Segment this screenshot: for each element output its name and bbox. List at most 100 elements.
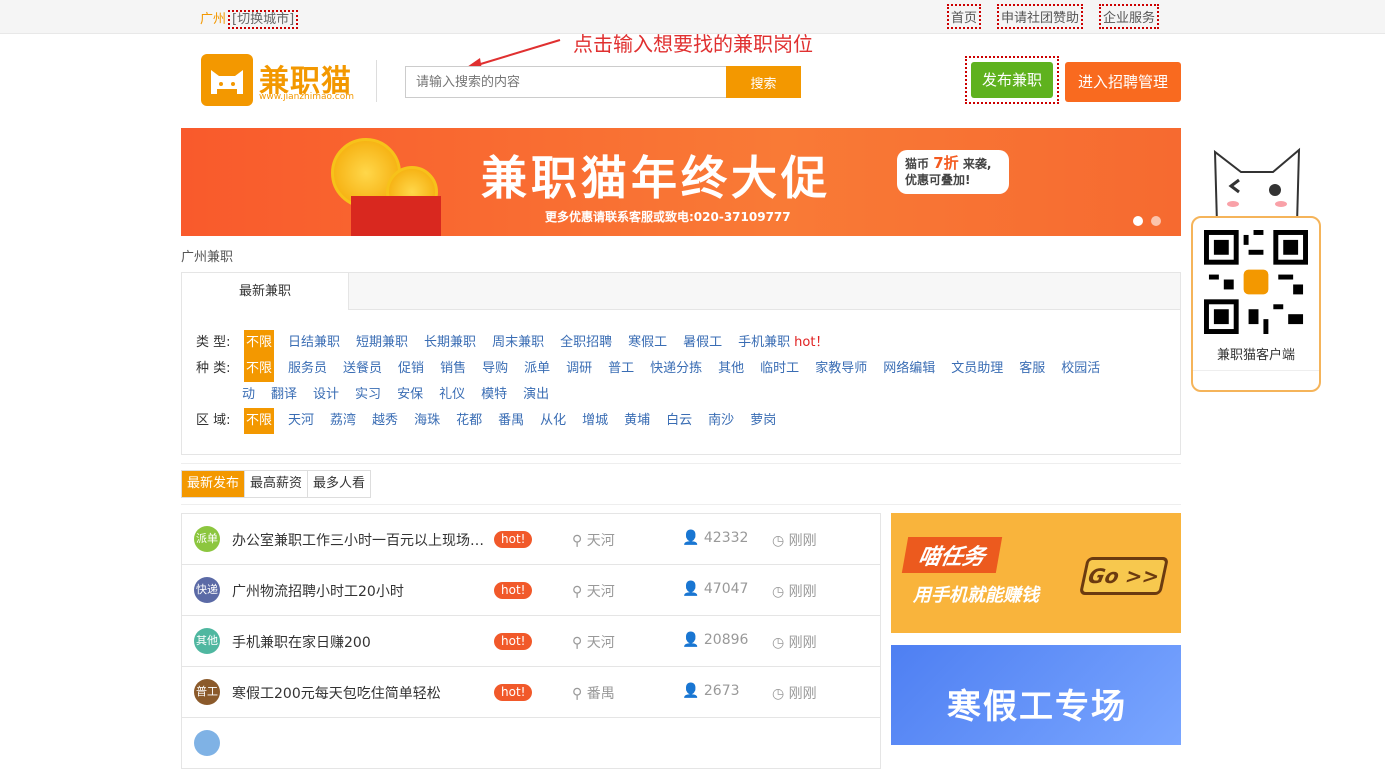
filter-option[interactable]: 花都 <box>454 408 484 434</box>
filter-option[interactable]: 白云 <box>664 408 694 434</box>
qr-code-icon[interactable] <box>1204 230 1308 334</box>
filter-option[interactable]: 家教导师 <box>813 356 869 382</box>
tab-latest[interactable]: 最新发布 <box>182 471 246 497</box>
filter-option[interactable]: 短期兼职 <box>354 330 410 356</box>
time-text: 刚刚 <box>788 584 817 600</box>
filter-option[interactable]: 寒假工 <box>626 330 669 356</box>
filter-option[interactable]: 天河 <box>286 408 316 434</box>
banner-dot[interactable] <box>1151 216 1161 226</box>
qr-label: 兼职猫客户端 <box>1216 348 1295 363</box>
job-title[interactable]: 寒假工200元每天包吃住简单轻松 <box>232 683 487 703</box>
filter-option[interactable]: 派单 <box>522 356 552 382</box>
club-sponsor-link[interactable]: 申请社团赞助 <box>996 4 1083 29</box>
filter-option[interactable]: 礼仪 <box>437 382 467 408</box>
filter-option[interactable]: 海珠 <box>412 408 442 434</box>
job-title[interactable]: 广州物流招聘小时工20小时 <box>232 581 487 601</box>
filter-option[interactable]: 荔湾 <box>328 408 358 434</box>
job-row[interactable]: 普工 寒假工200元每天包吃住简单轻松 hot! ⚲ 番禺 👤 2673 ◷ 刚… <box>182 667 880 718</box>
tab-most-viewed[interactable]: 最多人看 <box>308 471 370 497</box>
ad1-title: 喵任务 <box>901 537 1003 573</box>
filter-option[interactable]: 动 <box>240 382 257 408</box>
location-text: 天河 <box>586 533 615 549</box>
filter-option[interactable]: 翻译 <box>269 382 299 408</box>
filter-option[interactable]: 不限 <box>244 408 275 434</box>
enterprise-service-link[interactable]: 企业服务 <box>1098 4 1159 29</box>
ad2-title: 寒假工专场 <box>947 687 1127 727</box>
city-name: 广州 <box>200 12 227 27</box>
job-title[interactable]: 手机兼职在家日赚200 <box>232 632 487 652</box>
switch-city-link[interactable]: [切换城市] <box>228 10 299 29</box>
logo[interactable]: 兼职猫 www.jianzhimao.com <box>201 54 361 106</box>
filter-option[interactable]: 番禺 <box>496 408 526 434</box>
filter-option[interactable]: 不限 <box>244 356 275 382</box>
job-location: ⚲ 天河 <box>572 632 615 652</box>
filter-option[interactable]: 模特 <box>479 382 509 408</box>
filter-option[interactable]: 文员助理 <box>949 356 1005 382</box>
filter-option[interactable]: 普工 <box>606 356 636 382</box>
filter-option[interactable]: 萝岗 <box>748 408 778 434</box>
filter-option[interactable]: 客服 <box>1017 356 1047 382</box>
filter-option[interactable]: 销售 <box>438 356 468 382</box>
filter-option[interactable]: 手机兼职 <box>736 330 792 356</box>
search-input[interactable] <box>405 66 727 98</box>
job-views: 👤 2673 <box>682 683 740 699</box>
clock-icon: ◷ <box>772 686 789 702</box>
home-link[interactable]: 首页 <box>946 4 981 29</box>
location-pin-icon: ⚲ <box>572 533 587 549</box>
job-views: 👤 47047 <box>682 581 748 597</box>
filter-option[interactable]: 实习 <box>353 382 383 408</box>
location-text: 天河 <box>586 584 615 600</box>
filter-option[interactable]: 网络编辑 <box>881 356 937 382</box>
filter-option[interactable]: 全职招聘 <box>558 330 614 356</box>
filter-option[interactable]: 促销 <box>396 356 426 382</box>
filter-option[interactable]: 黄埔 <box>622 408 652 434</box>
banner-title: 兼职猫年终大促 <box>481 151 831 205</box>
ad1-subtitle: 用手机就能赚钱 <box>913 585 1039 606</box>
hot-badge: hot! <box>494 531 533 548</box>
job-row[interactable] <box>182 718 880 769</box>
filter-type-label: 类 型: <box>196 335 231 350</box>
banner-dot[interactable] <box>1133 216 1143 226</box>
filter-option[interactable]: 设计 <box>311 382 341 408</box>
job-row[interactable]: 快递 广州物流招聘小时工20小时 hot! ⚲ 天河 👤 47047 ◷ 刚刚 <box>182 565 880 616</box>
filter-option[interactable]: 南沙 <box>706 408 736 434</box>
filter-option[interactable]: 送餐员 <box>341 356 384 382</box>
job-row[interactable]: 其他 手机兼职在家日赚200 hot! ⚲ 天河 👤 20896 ◷ 刚刚 <box>182 616 880 667</box>
filter-option[interactable]: 校园活 <box>1059 356 1102 382</box>
job-title[interactable]: 办公室兼职工作三小时一百元以上现场结算 <box>232 530 487 550</box>
filter-option[interactable]: 增城 <box>580 408 610 434</box>
filter-option[interactable]: 服务员 <box>286 356 329 382</box>
filter-option[interactable]: 暑假工 <box>681 330 724 356</box>
recruit-manage-button[interactable]: 进入招聘管理 <box>1065 62 1181 102</box>
filter-option[interactable]: 导购 <box>480 356 510 382</box>
tab-latest-jobs[interactable]: 最新兼职 <box>182 273 349 310</box>
location-text: 番禺 <box>586 686 615 702</box>
publish-job-button[interactable]: 发布兼职 <box>971 62 1053 98</box>
tab-highest-salary[interactable]: 最高薪资 <box>245 471 309 497</box>
user-icon: 👤 <box>682 632 704 648</box>
ad-winter-jobs[interactable]: 寒假工专场 <box>891 645 1181 745</box>
filter-option[interactable]: 演出 <box>521 382 551 408</box>
job-location: ⚲ 天河 <box>572 530 615 550</box>
filter-option[interactable]: 其他 <box>716 356 746 382</box>
filter-option[interactable]: 快递分拣 <box>648 356 704 382</box>
filter-option[interactable]: 不限 <box>244 330 275 356</box>
filter-option[interactable]: 调研 <box>564 356 594 382</box>
filter-option[interactable]: 越秀 <box>370 408 400 434</box>
filter-option[interactable]: 周末兼职 <box>490 330 546 356</box>
annotation-text: 点击输入想要找的兼职岗位 <box>573 32 813 56</box>
filter-option[interactable]: 日结兼职 <box>286 330 342 356</box>
ad-meow-task[interactable]: 喵任务 用手机就能赚钱 Go >> <box>891 513 1181 633</box>
ad1-go-button[interactable]: Go >> <box>1078 557 1170 595</box>
job-row[interactable]: 派单 办公室兼职工作三小时一百元以上现场结算 hot! ⚲ 天河 👤 42332… <box>182 514 880 565</box>
divider <box>181 504 1181 505</box>
filter-option[interactable]: 长期兼职 <box>422 330 478 356</box>
qr-panel: 兼职猫客户端 <box>1191 146 1321 392</box>
search-button[interactable]: 搜索 <box>726 66 801 98</box>
job-location: ⚲ 天河 <box>572 581 615 601</box>
filter-option[interactable]: 安保 <box>395 382 425 408</box>
filter-option[interactable]: 从化 <box>538 408 568 434</box>
hot-badge: hot! <box>494 633 533 650</box>
filter-option[interactable]: 临时工 <box>758 356 801 382</box>
promo-banner[interactable]: 兼职猫年终大促 猫币 7折 来袭, 优惠可叠加! 更多优惠请联系客服或致电:02… <box>181 128 1181 236</box>
